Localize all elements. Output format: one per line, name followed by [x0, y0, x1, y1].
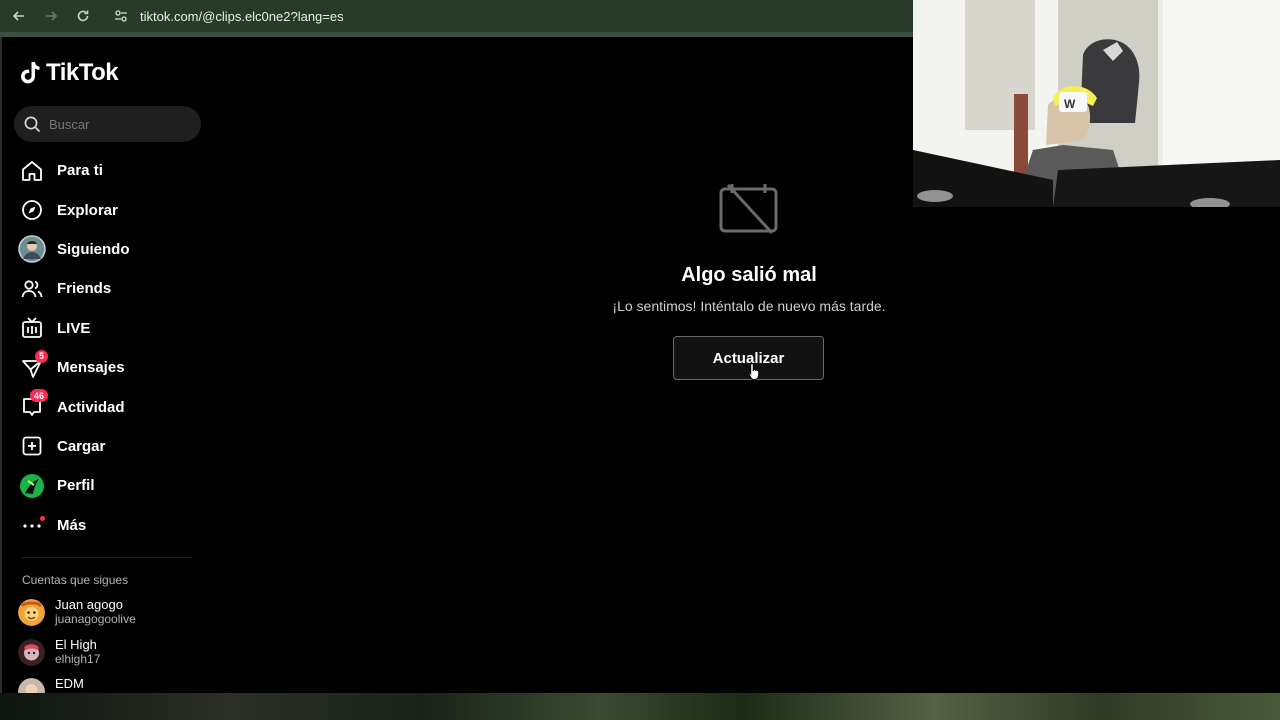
sidebar-item-label: Perfil — [57, 477, 95, 495]
account-username: elhigh17 — [55, 651, 101, 666]
broken-calendar-icon — [718, 183, 780, 240]
inbox-icon: 46 — [18, 389, 49, 421]
following-account[interactable]: El High elhigh17 — [18, 637, 203, 677]
send-icon: 5 — [18, 349, 49, 382]
svg-text:W: W — [1064, 97, 1076, 111]
sidebar-item-siguiendo[interactable]: Siguiendo — [14, 230, 204, 269]
sidebar-item-label: Siguiendo — [57, 240, 130, 258]
search-box[interactable] — [14, 106, 201, 142]
sidebar-divider — [22, 557, 192, 558]
address-bar[interactable]: tiktok.com/@clips.elc0ne2?lang=es — [108, 2, 908, 30]
sidebar-item-friends[interactable]: Friends — [14, 269, 204, 308]
avatar — [18, 599, 45, 626]
error-title: Algo salió mal — [681, 264, 817, 286]
brand-name: TikTok — [46, 59, 119, 86]
hand-pointer-icon — [748, 362, 762, 385]
search-input[interactable] — [49, 116, 189, 132]
live-tv-icon — [18, 314, 46, 342]
error-message: ¡Lo sentimos! Inténtalo de nuevo más tar… — [612, 298, 886, 314]
reload-icon — [77, 10, 89, 22]
sidebar-item-perfil[interactable]: Perfil — [14, 466, 204, 505]
following-section-title: Cuentas que sigues — [22, 573, 129, 587]
reload-button[interactable] — [67, 0, 99, 32]
upload-plus-icon — [18, 432, 46, 460]
sidebar-item-label: Actividad — [57, 398, 125, 416]
messages-badge: 5 — [35, 349, 49, 363]
site-settings-icon[interactable] — [108, 3, 134, 29]
compass-icon — [18, 196, 46, 224]
forward-button[interactable] — [35, 0, 67, 32]
account-username: juanagogoolive — [55, 612, 136, 626]
sidebar-item-label: Cargar — [57, 437, 106, 455]
more-notification-dot — [40, 516, 45, 522]
forward-arrow-icon — [46, 11, 58, 21]
search-icon — [24, 116, 41, 132]
profile-avatar — [18, 472, 46, 500]
home-icon — [18, 157, 46, 185]
sidebar-item-label: LIVE — [57, 319, 91, 337]
account-name: El High — [55, 636, 97, 652]
avatar — [18, 638, 45, 666]
sidebar-item-mensajes[interactable]: 5 Mensajes — [14, 348, 204, 387]
back-button[interactable] — [3, 0, 35, 32]
account-name: Juan agogo — [55, 597, 123, 612]
url-text: tiktok.com/@clips.elc0ne2?lang=es — [140, 8, 344, 24]
sidebar-item-label: Más — [57, 516, 87, 534]
following-account[interactable]: Juan agogo juanagogoolive — [18, 597, 203, 637]
following-avatar — [18, 235, 46, 264]
activity-badge: 46 — [30, 389, 49, 403]
tiktok-note-icon — [21, 61, 40, 83]
account-name: EDM — [55, 676, 84, 691]
desktop-background-strip — [0, 693, 1280, 720]
sidebar-item-label: Friends — [57, 280, 112, 298]
window-edge — [0, 37, 2, 693]
sidebar-item-mas[interactable]: Más — [14, 506, 204, 545]
back-arrow-icon — [12, 11, 24, 21]
friends-icon — [18, 275, 46, 303]
sidebar-item-label: Mensajes — [57, 359, 125, 377]
tiktok-logo[interactable]: TikTok — [20, 59, 119, 87]
sidebar-item-label: Explorar — [57, 201, 118, 219]
sidebar-item-label: Para ti — [57, 162, 103, 180]
sidebar-nav: Para ti Explorar Siguiendo Friends LIVE … — [14, 151, 204, 545]
sidebar-item-cargar[interactable]: Cargar — [14, 427, 204, 466]
sidebar-item-actividad[interactable]: 46 Actividad — [14, 387, 204, 426]
webcam-overlay: W — [913, 0, 1280, 207]
sidebar-item-para-ti[interactable]: Para ti — [14, 151, 204, 190]
sidebar-item-live[interactable]: LIVE — [14, 309, 204, 348]
sidebar-item-explorar[interactable]: Explorar — [14, 190, 204, 229]
more-icon — [18, 511, 46, 539]
